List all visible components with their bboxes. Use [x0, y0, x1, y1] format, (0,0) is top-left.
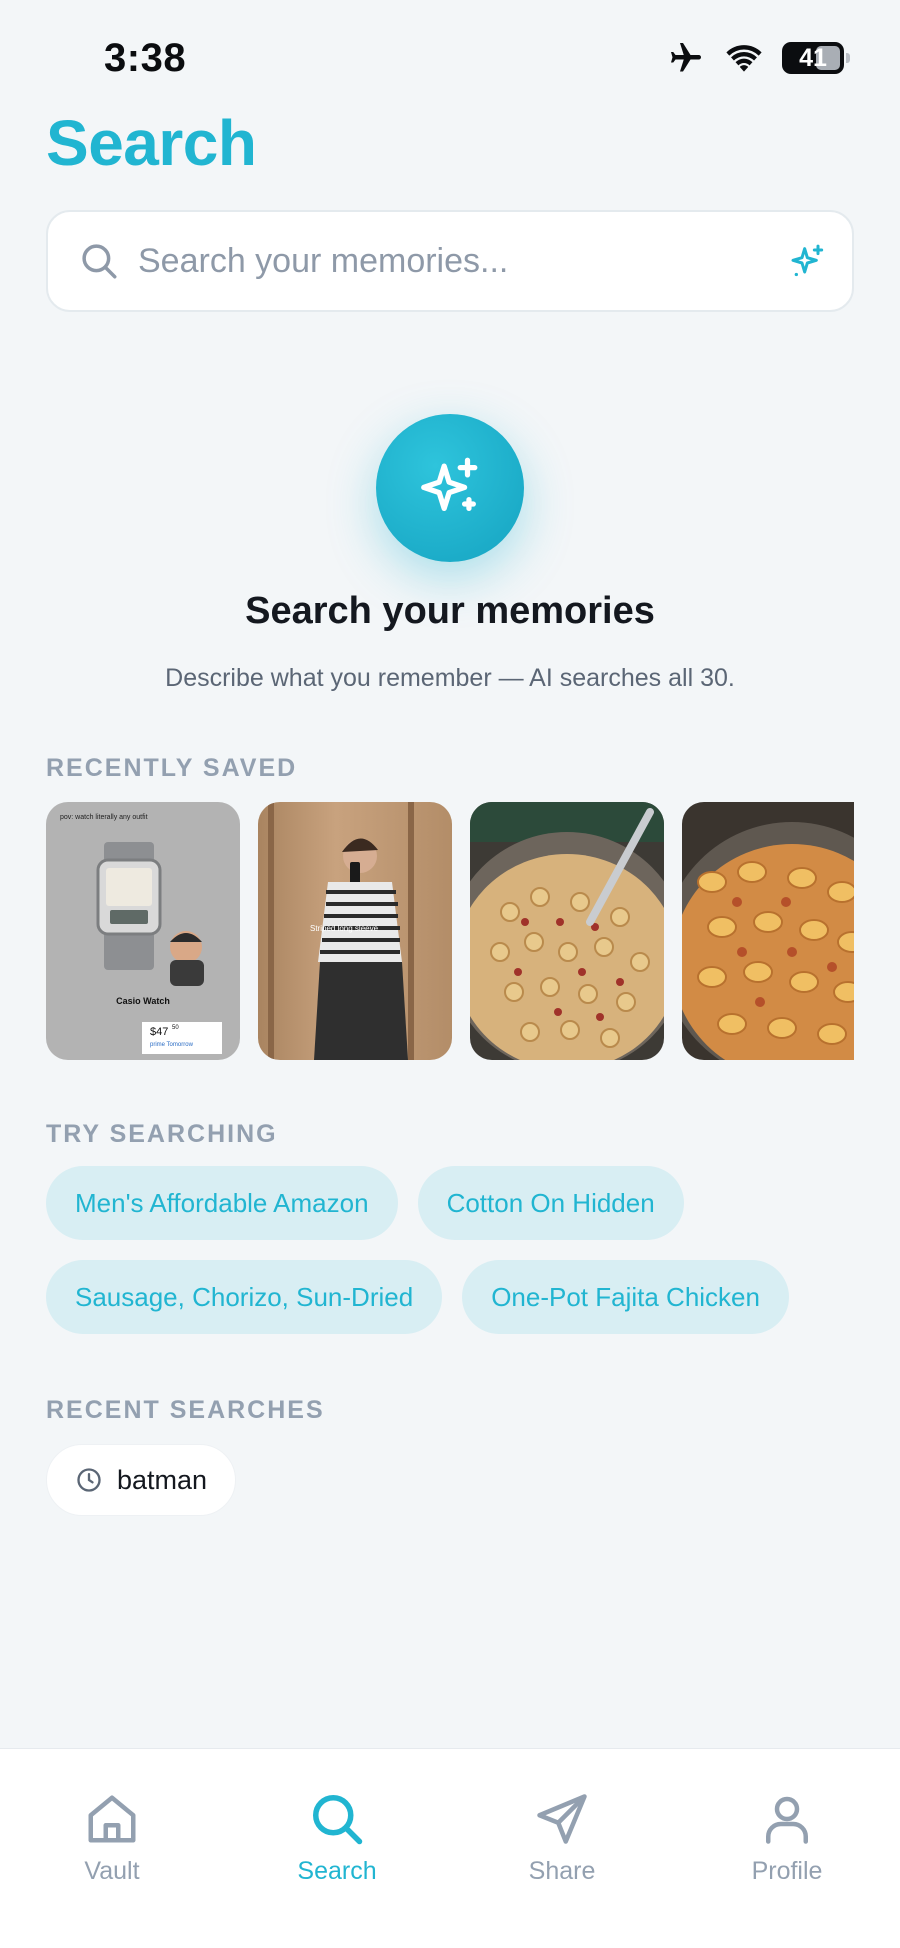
tab-label: Vault — [84, 1857, 140, 1885]
try-searching-heading: TRY SEARCHING — [46, 1120, 278, 1148]
thumbnail-caption-top: pov: watch literally any outfit — [60, 814, 148, 821]
tab-share[interactable]: Share — [462, 1789, 662, 1886]
recent-search-label: batman — [117, 1464, 208, 1495]
page-title: Search — [46, 107, 257, 179]
ai-hero-badge — [376, 414, 524, 562]
search-icon — [82, 244, 117, 279]
battery-icon: 41 — [782, 42, 850, 74]
recent-search-item[interactable]: batman — [46, 1444, 237, 1516]
pasta-photo — [682, 822, 854, 1060]
thumbnail-price-cents: 50 — [172, 1025, 179, 1031]
watch-image — [96, 842, 222, 1054]
empty-state-subtitle: Describe what you remember — AI searches… — [165, 664, 735, 692]
memory-thumbnail[interactable] — [682, 802, 854, 1060]
airplane-icon — [671, 43, 701, 72]
bottom-tab-bar: Vault Search Share Profile — [0, 1748, 900, 1948]
recently-saved-carousel[interactable]: pov: watch literally any outfit Casio Wa… — [46, 802, 854, 1060]
status-icons: 41 — [666, 40, 850, 76]
tab-label: Profile — [751, 1857, 823, 1885]
home-icon — [88, 1795, 136, 1843]
tab-label: Search — [297, 1857, 377, 1885]
search-icon — [313, 1795, 363, 1845]
empty-state-title: Search your memories — [245, 590, 655, 632]
search-input[interactable] — [138, 212, 778, 310]
send-icon — [537, 1794, 587, 1844]
suggestion-chip[interactable]: One-Pot Fajita Chicken — [462, 1260, 789, 1334]
suggestion-chip[interactable]: Cotton On Hidden — [417, 1166, 684, 1240]
thumbnail-title: Casio Watch — [116, 996, 170, 1006]
ai-sparkle-icon[interactable] — [788, 242, 828, 282]
tab-vault[interactable]: Vault — [12, 1789, 212, 1886]
suggestion-row: Sausage, Chorizo, Sun-Dried One-Pot Faji… — [46, 1260, 789, 1334]
thumbnail-overlay-text: Striped long sleeve — [310, 924, 379, 933]
thumbnail-price: $47 — [150, 1026, 169, 1038]
battery-level: 41 — [799, 43, 827, 72]
status-time: 3:38 — [104, 36, 187, 80]
status-bar: 3:38 41 — [0, 0, 900, 110]
memory-thumbnail[interactable] — [470, 802, 664, 1060]
suggestion-chip[interactable]: Sausage, Chorizo, Sun-Dried — [46, 1260, 443, 1334]
tab-label: Share — [528, 1857, 596, 1885]
tab-search[interactable]: Search — [237, 1789, 437, 1886]
clock-icon — [77, 1468, 101, 1492]
memory-thumbnail[interactable]: pov: watch literally any outfit Casio Wa… — [46, 802, 240, 1060]
search-bar[interactable] — [46, 210, 854, 312]
recent-searches-heading: RECENT SEARCHES — [46, 1396, 325, 1424]
memory-thumbnail[interactable]: Striped long sleeve — [258, 802, 452, 1060]
thumbnail-delivery: prime Tomorrow — [150, 1042, 193, 1048]
wifi-icon — [726, 45, 762, 72]
suggestion-chip[interactable]: Men's Affordable Amazon — [46, 1166, 398, 1240]
pasta-photo — [470, 802, 664, 1060]
suggestion-row: Men's Affordable Amazon Cotton On Hidden — [46, 1166, 684, 1240]
user-icon — [766, 1796, 808, 1844]
sparkles-icon — [421, 457, 478, 512]
tab-profile[interactable]: Profile — [687, 1789, 887, 1886]
recently-saved-heading: RECENTLY SAVED — [46, 754, 298, 782]
